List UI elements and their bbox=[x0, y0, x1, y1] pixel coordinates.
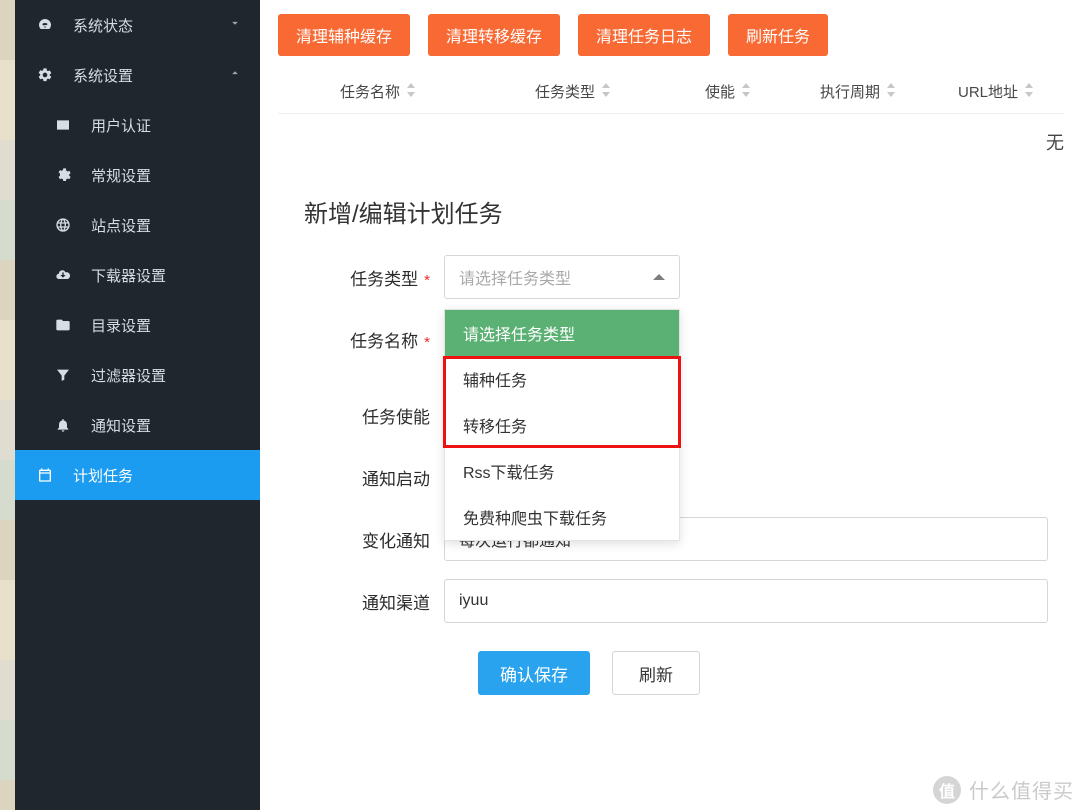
dropdown-option-transfer[interactable]: 转移任务 bbox=[445, 402, 679, 448]
cloud-download-icon bbox=[55, 267, 77, 283]
sidebar-label: 站点设置 bbox=[91, 215, 151, 236]
row-change-notify: 变化通知 bbox=[304, 517, 1064, 561]
sidebar-label: 下载器设置 bbox=[91, 265, 166, 286]
label-channel: 通知渠道 bbox=[304, 589, 444, 614]
gear-icon bbox=[55, 167, 77, 183]
clear-seed-cache-button[interactable]: 清理辅种缓存 bbox=[278, 14, 410, 56]
sidebar-label: 常规设置 bbox=[91, 165, 151, 186]
channel-input[interactable] bbox=[444, 579, 1048, 623]
clear-transfer-cache-button[interactable]: 清理转移缓存 bbox=[428, 14, 560, 56]
sort-icon bbox=[406, 83, 416, 101]
form-actions: 确认保存 刷新 bbox=[304, 651, 1064, 695]
task-type-select[interactable]: 请选择任务类型 bbox=[444, 255, 680, 299]
sidebar-item-notify[interactable]: 通知设置 bbox=[33, 400, 260, 450]
label-change-notify: 变化通知 bbox=[304, 527, 444, 552]
sidebar-label: 系统设置 bbox=[73, 65, 133, 86]
sidebar-label: 目录设置 bbox=[91, 315, 151, 336]
id-card-icon bbox=[55, 117, 77, 133]
dashboard-icon bbox=[37, 17, 59, 33]
row-task-enable: 任务使能 bbox=[304, 393, 1064, 437]
label-notify-on: 通知启动 bbox=[304, 465, 444, 490]
refresh-button[interactable]: 刷新 bbox=[612, 651, 700, 695]
col-period[interactable]: 执行周期 bbox=[788, 81, 928, 102]
table-header: 任务名称 任务类型 使能 执行周期 URL地址 bbox=[278, 70, 1064, 114]
sidebar-item-downloader[interactable]: 下载器设置 bbox=[33, 250, 260, 300]
chevron-down-icon bbox=[228, 16, 242, 34]
refresh-tasks-button[interactable]: 刷新任务 bbox=[728, 14, 828, 56]
sort-icon bbox=[1024, 83, 1034, 101]
background-stripe bbox=[0, 0, 15, 810]
label-task-enable: 任务使能 bbox=[304, 403, 444, 428]
row-task-type: 任务类型* 请选择任务类型 请选择任务类型 辅种任务 转移任务 Rss下载任务 … bbox=[304, 255, 1064, 299]
sidebar-submenu: 用户认证 常规设置 站点设置 下载器设置 目录设置 过滤器设置 通知设置 计划 bbox=[15, 100, 260, 500]
watermark: 值 什么值得买 bbox=[933, 775, 1074, 804]
sidebar-label: 系统状态 bbox=[73, 15, 133, 36]
main-panel: 清理辅种缓存 清理转移缓存 清理任务日志 刷新任务 任务名称 任务类型 使能 执… bbox=[260, 0, 1080, 810]
sort-icon bbox=[741, 83, 751, 101]
calendar-icon bbox=[37, 467, 59, 483]
sort-icon bbox=[601, 83, 611, 101]
sidebar-item-system-settings[interactable]: 系统设置 bbox=[15, 50, 260, 100]
filter-icon bbox=[55, 367, 77, 383]
col-task-type[interactable]: 任务类型 bbox=[478, 81, 668, 102]
chevron-up-icon bbox=[228, 66, 242, 84]
col-task-name[interactable]: 任务名称 bbox=[278, 81, 478, 102]
label-task-type: 任务类型* bbox=[304, 265, 444, 290]
watermark-logo: 值 bbox=[933, 776, 961, 804]
task-type-dropdown: 请选择任务类型 辅种任务 转移任务 Rss下载任务 免费种爬虫下载任务 bbox=[444, 309, 680, 541]
sidebar-label: 用户认证 bbox=[91, 115, 151, 136]
sidebar: 系统状态 系统设置 用户认证 常规设置 站点设置 下载器设置 bbox=[15, 0, 260, 810]
folder-icon bbox=[55, 317, 77, 333]
row-channel: 通知渠道 bbox=[304, 579, 1064, 623]
sidebar-label: 过滤器设置 bbox=[91, 365, 166, 386]
sidebar-item-schedule[interactable]: 计划任务 bbox=[15, 450, 260, 500]
col-url[interactable]: URL地址 bbox=[928, 81, 1064, 102]
clear-task-log-button[interactable]: 清理任务日志 bbox=[578, 14, 710, 56]
form-title: 新增/编辑计划任务 bbox=[304, 194, 1064, 229]
sidebar-item-site[interactable]: 站点设置 bbox=[33, 200, 260, 250]
label-task-name: 任务名称* bbox=[304, 327, 444, 352]
sort-icon bbox=[886, 83, 896, 101]
row-task-name: 任务名称* bbox=[304, 317, 1064, 361]
sidebar-label: 通知设置 bbox=[91, 415, 151, 436]
col-enable[interactable]: 使能 bbox=[668, 81, 788, 102]
gears-icon bbox=[37, 67, 59, 83]
toolbar: 清理辅种缓存 清理转移缓存 清理任务日志 刷新任务 bbox=[278, 14, 1064, 56]
dropdown-option-freeleech[interactable]: 免费种爬虫下载任务 bbox=[445, 494, 679, 540]
form-panel: 新增/编辑计划任务 任务类型* 请选择任务类型 请选择任务类型 辅种任务 转移任… bbox=[278, 194, 1064, 695]
sidebar-label: 计划任务 bbox=[73, 465, 133, 486]
dropdown-option-seed[interactable]: 辅种任务 bbox=[445, 356, 679, 402]
watermark-text: 什么值得买 bbox=[969, 775, 1074, 804]
caret-up-icon bbox=[653, 268, 665, 280]
dropdown-header[interactable]: 请选择任务类型 bbox=[445, 310, 679, 356]
globe-icon bbox=[55, 217, 77, 233]
sidebar-item-filter[interactable]: 过滤器设置 bbox=[33, 350, 260, 400]
table-empty: 无 bbox=[278, 114, 1064, 170]
select-placeholder: 请选择任务类型 bbox=[459, 265, 571, 289]
save-button[interactable]: 确认保存 bbox=[478, 651, 590, 695]
sidebar-item-directory[interactable]: 目录设置 bbox=[33, 300, 260, 350]
sidebar-item-general[interactable]: 常规设置 bbox=[33, 150, 260, 200]
bell-icon bbox=[55, 417, 77, 433]
dropdown-option-rss[interactable]: Rss下载任务 bbox=[445, 448, 679, 494]
sidebar-item-system-status[interactable]: 系统状态 bbox=[15, 0, 260, 50]
row-notify-on: 通知启动 bbox=[304, 455, 1064, 499]
sidebar-item-user-auth[interactable]: 用户认证 bbox=[33, 100, 260, 150]
